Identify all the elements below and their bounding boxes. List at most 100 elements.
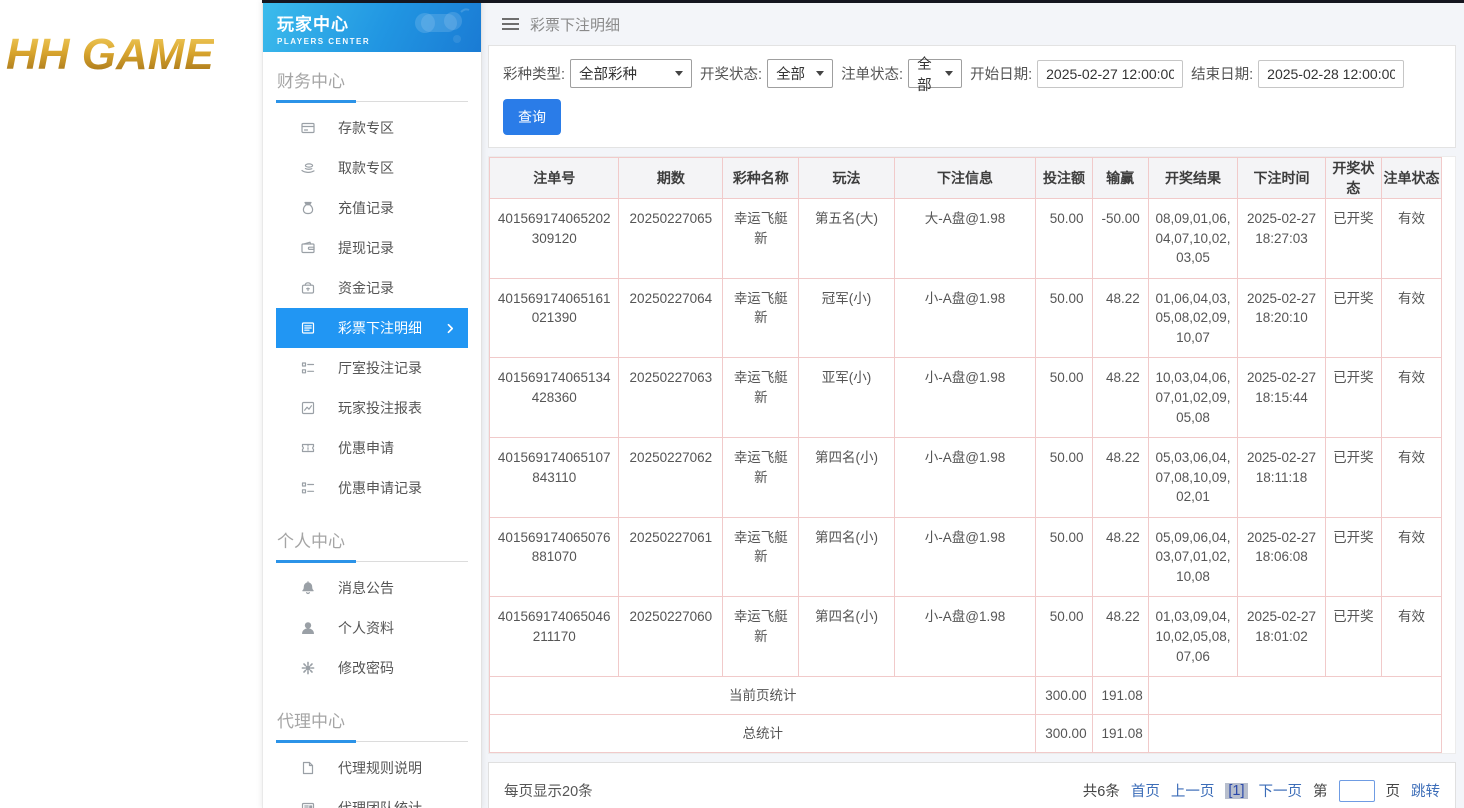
cell-order_status: 有效 — [1381, 358, 1441, 438]
cell-bet_time: 2025-02-27 18:11:18 — [1238, 438, 1326, 518]
cell-win_loss: 48.22 — [1092, 278, 1148, 358]
cell-lottery_name: 幸运飞艇新 — [723, 517, 799, 597]
page-label: 第 — [1313, 780, 1328, 801]
sidebar-item[interactable]: 优惠申请 — [276, 428, 468, 468]
cell-bet_info: 小-A盘@1.98 — [894, 358, 1036, 438]
cell-draw_status: 已开奖 — [1325, 517, 1381, 597]
hamburger-menu-icon[interactable] — [502, 15, 519, 33]
gamepad-icon — [407, 6, 473, 52]
sidebar-item[interactable]: 修改密码 — [276, 648, 468, 688]
cell-order_status: 有效 — [1381, 597, 1441, 677]
chevron-down-icon — [945, 71, 953, 76]
cell-play: 亚军(小) — [799, 358, 894, 438]
sidebar-item[interactable]: 取款专区 — [276, 148, 468, 188]
end-date-input[interactable] — [1258, 60, 1404, 88]
cell-bet_amount: 50.00 — [1036, 278, 1092, 358]
next-page-link[interactable]: 下一页 — [1259, 780, 1303, 801]
summary-bet-total: 300.00 — [1036, 677, 1092, 715]
cell-bet_time: 2025-02-27 18:15:44 — [1238, 358, 1326, 438]
main-content: 彩票下注明细 彩种类型: 全部彩种 开奖状态: 全部 — [482, 0, 1464, 808]
sidebar-item[interactable]: 彩票下注明细 — [276, 308, 468, 348]
end-date-label: 结束日期: — [1191, 63, 1253, 84]
sidebar-item-label: 资金记录 — [338, 278, 394, 298]
sidebar-item[interactable]: 代理团队统计 — [276, 788, 468, 808]
sidebar-item-label: 充值记录 — [338, 198, 394, 218]
bell-icon — [300, 580, 316, 596]
promo-apply-icon — [300, 440, 316, 456]
table-row: 40156917406513442836020250227063幸运飞艇新亚军(… — [490, 358, 1442, 438]
start-date-label: 开始日期: — [970, 63, 1032, 84]
summary-empty — [1148, 677, 1441, 715]
draw-status-value: 全部 — [776, 63, 805, 84]
cell-period: 20250227062 — [619, 438, 723, 518]
sidebar-section: 代理中心代理规则说明代理团队统计 — [276, 692, 468, 808]
draw-status-label: 开奖状态: — [700, 63, 762, 84]
start-date-input[interactable] — [1037, 60, 1183, 88]
sidebar-section-title: 个人中心 — [276, 512, 468, 562]
cell-draw_status: 已开奖 — [1325, 358, 1381, 438]
first-page-link[interactable]: 首页 — [1131, 780, 1160, 801]
sidebar-item[interactable]: 充值记录 — [276, 188, 468, 228]
gear-icon — [300, 660, 316, 676]
sidebar-item[interactable]: 代理规则说明 — [276, 748, 468, 788]
agent-team-icon — [300, 800, 316, 808]
page-title: 彩票下注明细 — [530, 14, 620, 35]
player-report-icon — [300, 400, 316, 416]
search-button[interactable]: 查询 — [503, 99, 561, 135]
lottery-type-select[interactable]: 全部彩种 — [570, 59, 692, 88]
draw-status-select[interactable]: 全部 — [767, 59, 833, 88]
sidebar-item[interactable]: 个人资料 — [276, 608, 468, 648]
sidebar-item[interactable]: 优惠申请记录 — [276, 468, 468, 508]
table-row: 40156917406510784311020250227062幸运飞艇新第四名… — [490, 438, 1442, 518]
summary-empty — [1148, 715, 1441, 753]
table-row: 40156917406520230912020250227065幸运飞艇新第五名… — [490, 199, 1442, 279]
cell-period: 20250227060 — [619, 597, 723, 677]
cell-order_status: 有效 — [1381, 438, 1441, 518]
summary-label: 总统计 — [490, 715, 1036, 753]
cell-play: 第五名(大) — [799, 199, 894, 279]
sidebar-item-label: 玩家投注报表 — [338, 398, 422, 418]
column-header-win_loss: 输赢 — [1092, 158, 1148, 199]
order-status-value: 全部 — [917, 53, 941, 95]
cell-order_no: 401569174065107843110 — [490, 438, 619, 518]
sidebar-item[interactable]: 提现记录 — [276, 228, 468, 268]
agent-rules-icon — [300, 760, 316, 776]
cell-bet_time: 2025-02-27 18:27:03 — [1238, 199, 1326, 279]
column-header-lottery_name: 彩种名称 — [723, 158, 799, 199]
lottery-type-label: 彩种类型: — [503, 63, 565, 84]
jump-link[interactable]: 跳转 — [1411, 780, 1440, 801]
summary-row: 总统计300.00191.08 — [490, 715, 1442, 753]
promo-record-icon — [300, 480, 316, 496]
cell-win_loss: 48.22 — [1092, 358, 1148, 438]
prev-page-link[interactable]: 上一页 — [1171, 780, 1215, 801]
bet-table: 注单号期数彩种名称玩法下注信息投注额输赢开奖结果下注时间开奖状态注单状态 401… — [489, 157, 1442, 753]
current-page[interactable]: [1] — [1225, 783, 1247, 799]
sidebar-item-label: 修改密码 — [338, 658, 394, 678]
lottery-detail-icon — [300, 320, 316, 336]
cell-period: 20250227063 — [619, 358, 723, 438]
column-header-draw_result: 开奖结果 — [1148, 158, 1237, 199]
hh-game-logo: HH GAME — [6, 30, 262, 80]
cell-order_status: 有效 — [1381, 517, 1441, 597]
lottery-type-value: 全部彩种 — [579, 63, 637, 84]
sidebar-item-label: 个人资料 — [338, 618, 394, 638]
page-jump-input[interactable] — [1339, 780, 1375, 802]
chevron-down-icon — [816, 71, 824, 76]
sidebar-item[interactable]: 厅室投注记录 — [276, 348, 468, 388]
summary-win-loss-total: 191.08 — [1092, 715, 1148, 753]
summary-win-loss-total: 191.08 — [1092, 677, 1148, 715]
sidebar-item[interactable]: 存款专区 — [276, 108, 468, 148]
page: HH GAME 玩家中心 PLAYERS CENTER 财务中心存款专区取款专区… — [0, 0, 1464, 808]
sidebar-item-label: 存款专区 — [338, 118, 394, 138]
top-strip — [262, 0, 1464, 3]
sidebar-item-label: 厅室投注记录 — [338, 358, 422, 378]
sidebar-item[interactable]: 玩家投注报表 — [276, 388, 468, 428]
order-status-select[interactable]: 全部 — [908, 59, 962, 88]
page-unit: 页 — [1386, 780, 1401, 801]
cell-play: 第四名(小) — [799, 517, 894, 597]
sidebar-item[interactable]: 消息公告 — [276, 568, 468, 608]
chevron-down-icon — [675, 71, 683, 76]
sidebar-item[interactable]: 资金记录 — [276, 268, 468, 308]
deposit-icon — [300, 120, 316, 136]
cell-win_loss: 48.22 — [1092, 517, 1148, 597]
